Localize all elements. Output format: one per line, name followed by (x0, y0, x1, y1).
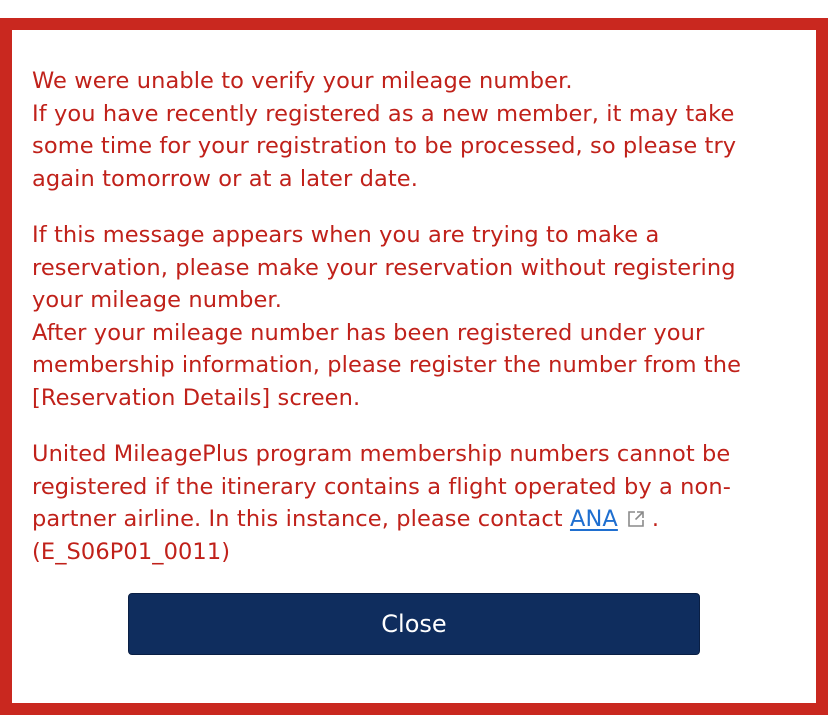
message-paragraph-3: United MileagePlus program membership nu… (32, 438, 798, 568)
message-paragraph-2: If this message appears when you are try… (32, 219, 798, 414)
message-line: If you have recently registered as a new… (32, 100, 735, 127)
message-line: We were unable to verify your mileage nu… (32, 68, 573, 94)
message-line-with-link: partner airline. In this instance, pleas… (32, 503, 798, 536)
message-line: again tomorrow or at a later date. (32, 165, 418, 192)
ana-contact-link[interactable]: ANA (570, 506, 618, 532)
message-line: United MileagePlus program membership nu… (32, 441, 731, 467)
message-paragraph-1: We were unable to verify your mileage nu… (32, 65, 798, 195)
message-line: partner airline. In this instance, pleas… (32, 506, 570, 532)
message-line: reservation, please make your reservatio… (32, 254, 736, 281)
external-link-icon (627, 505, 645, 527)
message-line: membership information, please register … (32, 352, 742, 378)
error-message: We were unable to verify your mileage nu… (32, 65, 798, 568)
error-dialog-frame: We were unable to verify your mileage nu… (0, 18, 828, 715)
message-line: your mileage number. (32, 287, 282, 313)
message-line: If this message appears when you are try… (32, 222, 660, 248)
message-line: some time for your registration to be pr… (32, 133, 737, 159)
message-line: [Reservation Details] screen. (32, 384, 361, 411)
message-line: After your mileage number has been regis… (32, 319, 705, 346)
error-code: (E_S06P01_0011) (32, 538, 231, 565)
error-dialog: We were unable to verify your mileage nu… (12, 30, 816, 703)
close-button[interactable]: Close (128, 593, 700, 655)
message-line: registered if the itinerary contains a f… (32, 473, 731, 500)
contact-suffix: . (651, 506, 660, 532)
